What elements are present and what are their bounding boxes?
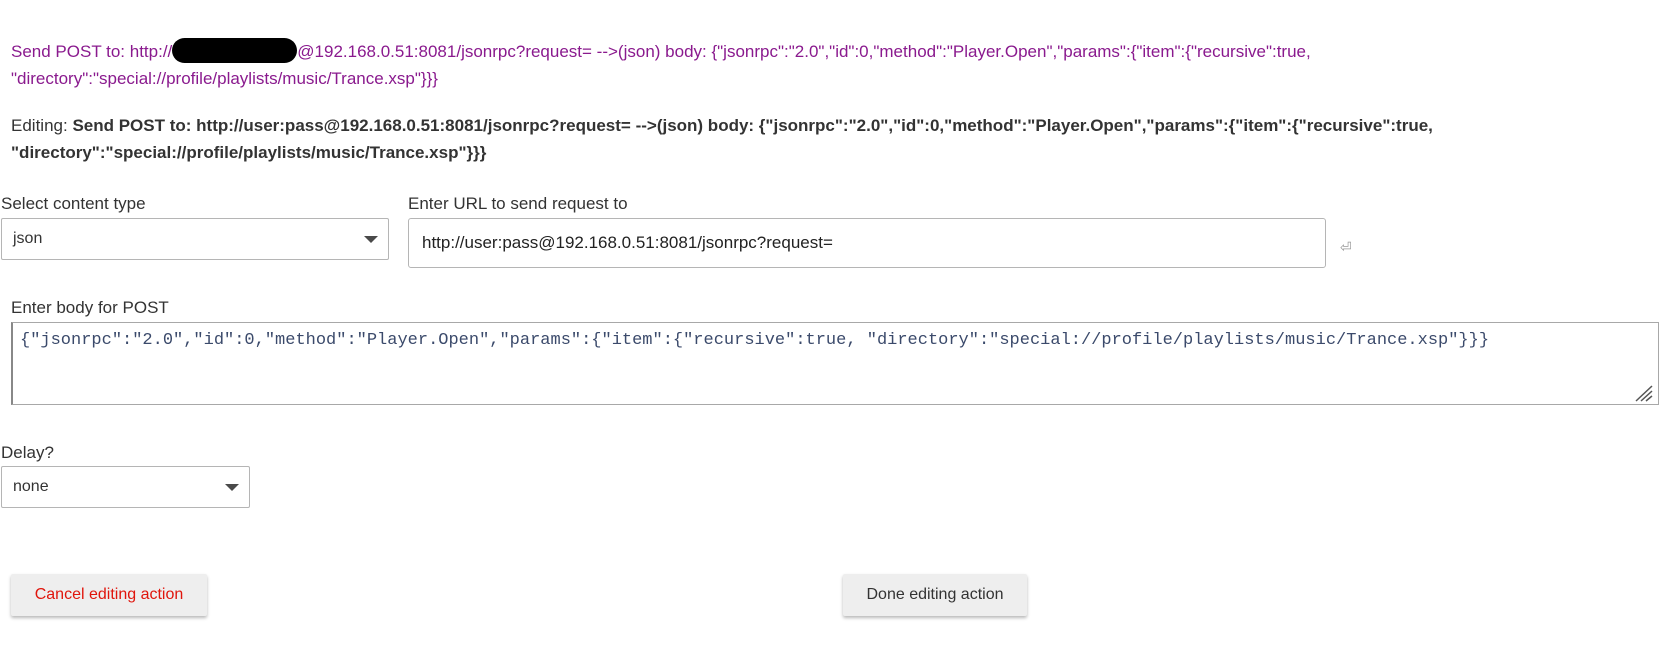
delay-label: Delay? [1,443,54,462]
url-input[interactable] [408,218,1326,268]
body-textarea[interactable]: {"jsonrpc":"2.0","id":0,"method":"Player… [11,322,1659,405]
dropdown-caret-icon [364,236,378,243]
url-label: Enter URL to send request to [408,194,628,213]
content-type-select[interactable]: json [1,218,389,260]
done-editing-button[interactable]: Done editing action [843,574,1027,616]
dropdown-caret-icon [225,484,239,491]
content-type-label: Select content type [1,194,146,213]
resize-grip-icon[interactable] [1632,382,1654,402]
delay-select[interactable]: none [1,466,250,508]
redacted-credentials [172,38,298,63]
cancel-editing-button[interactable]: Cancel editing action [11,574,207,616]
content-type-value: json [13,230,43,247]
action-summary: Send POST to: http://@192.168.0.51:8081/… [11,38,1651,92]
body-label: Enter body for POST [11,298,169,317]
summary-prefix: Send POST to: http:// [11,42,173,61]
editing-label: Editing: [11,116,73,135]
delay-value: none [13,478,49,495]
editing-text: Send POST to: http://user:pass@192.168.0… [11,116,1433,162]
editing-heading: Editing: Send POST to: http://user:pass@… [11,112,1651,166]
enter-icon: ⏎ [1340,239,1352,255]
